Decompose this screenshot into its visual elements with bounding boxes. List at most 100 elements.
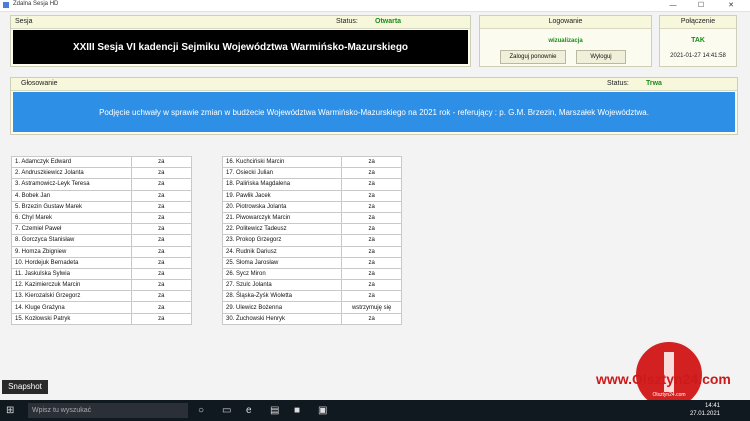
- councillor-name: 1. Adamczyk Edward: [11, 155, 132, 169]
- councillor-name: 18. Palińska Magdalena: [221, 178, 343, 191]
- vote-value: za: [130, 223, 193, 236]
- session-label: Sesja: [15, 18, 33, 25]
- session-status-label: Status:: [336, 18, 358, 25]
- close-icon[interactable]: ✕: [720, 0, 742, 11]
- table-row: 29. Ulewicz Bożenna wstrzymuję się: [221, 301, 402, 314]
- watermark-text: www.Olsztyn24.com: [596, 371, 731, 387]
- vote-value: za: [341, 155, 402, 169]
- vote-value: za: [130, 234, 193, 247]
- table-row: 23. Prokop Grzegorz za: [221, 234, 402, 247]
- councillor-name: 17. Osiecki Julian: [221, 167, 343, 180]
- table-row: 1. Adamczyk Edward za: [11, 155, 193, 169]
- session-status-value: Otwarta: [375, 18, 402, 25]
- maximize-icon[interactable]: ☐: [690, 0, 712, 11]
- edge-icon[interactable]: e: [246, 405, 252, 416]
- councillor-name: 11. Jaskulska Sylwia: [11, 267, 132, 281]
- table-row: 10. Hordejuk Bernadeta za: [11, 256, 193, 269]
- app-taskbar-icon[interactable]: ■: [294, 405, 300, 416]
- vote-value: za: [341, 167, 402, 180]
- table-row: 15. Kozłowski Patryk za: [11, 312, 193, 325]
- vote-value: za: [341, 279, 402, 292]
- session-header: Sesja Status: Otwarta: [11, 16, 470, 29]
- councillor-name: 26. Sycz Miron: [221, 267, 343, 281]
- vote-value: za: [130, 189, 193, 202]
- connection-panel: Połączenie TAK 2021-01-27 14:41:58: [659, 15, 737, 67]
- councillor-name: 27. Szulc Jolanta: [221, 279, 343, 292]
- login-label: Logowanie: [548, 18, 583, 25]
- table-row: 14. Kluge Grażyna za: [11, 301, 193, 314]
- vote-value: za: [341, 234, 402, 247]
- connection-timestamp: 2021-01-27 14:41:58: [670, 53, 726, 59]
- councillor-name: 30. Żuchowski Henryk: [221, 312, 343, 325]
- table-row: 17. Osiecki Julian za: [221, 167, 402, 180]
- cortana-icon[interactable]: ○: [198, 405, 204, 416]
- table-row: 25. Słoma Jarosław za: [221, 256, 402, 269]
- table-row: 13. Kierozalski Grzegorz za: [11, 290, 193, 303]
- councillor-name: 12. Kazimierczuk Marcin: [11, 279, 132, 292]
- taskbar-search[interactable]: Wpisz tu wyszukać: [28, 403, 188, 418]
- start-icon[interactable]: ⊞: [6, 405, 14, 416]
- vote-value: za: [341, 189, 402, 202]
- session-title: XXIII Sesja VI kadencji Sejmiku Wojewódz…: [13, 30, 468, 64]
- table-row: 7. Czemiel Paweł za: [11, 223, 193, 236]
- table-row: 16. Kuchciński Marcin za: [221, 155, 402, 169]
- vote-value: za: [130, 256, 193, 269]
- vote-value: za: [130, 279, 193, 292]
- vote-value: wstrzymuję się: [341, 301, 402, 314]
- councillor-name: 23. Prokop Grzegorz: [221, 234, 343, 247]
- voting-status-value: Trwa: [646, 80, 662, 87]
- councillor-name: 2. Andruszkiewicz Jolanta: [11, 167, 132, 180]
- councillor-name: 6. Chyl Marek: [11, 211, 132, 225]
- window-title: Zdalna Sesja HD: [13, 1, 59, 7]
- table-row: 4. Bobek Jan za: [11, 189, 193, 202]
- vote-value: za: [130, 301, 193, 314]
- table-row: 30. Żuchowski Henryk za: [221, 312, 402, 325]
- window-titlebar: Zdalna Sesja HD — ☐ ✕: [0, 0, 750, 12]
- table-row: 24. Rudnik Dariusz za: [221, 245, 402, 258]
- vote-value: za: [130, 211, 193, 225]
- voting-header: Głosowanie Status: Trwa: [11, 78, 737, 91]
- councillor-name: 5. Brzezin Gustaw Marek: [11, 200, 132, 213]
- vote-value: za: [341, 290, 402, 303]
- councillor-name: 22. Politewicz Tadeusz: [221, 223, 343, 236]
- councillor-name: 21. Piwowarczyk Marcin: [221, 211, 343, 225]
- councillor-name: 25. Słoma Jarosław: [221, 256, 343, 269]
- vote-value: za: [130, 178, 193, 191]
- vote-value: za: [341, 211, 402, 225]
- connection-status: TAK: [691, 37, 705, 44]
- councillor-name: 28. Śląska-Zyśk Wioletta: [221, 290, 343, 303]
- table-row: 3. Astramowicz-Leyk Teresa za: [11, 178, 193, 191]
- table-row: 26. Sycz Miron za: [221, 267, 402, 281]
- relogin-button[interactable]: Zaloguj ponownie: [500, 50, 566, 64]
- table-row: 9. Homza Zbigniew za: [11, 245, 193, 258]
- watermark-sub: Olsztyn24.com: [652, 392, 686, 398]
- voting-label: Głosowanie: [21, 80, 58, 87]
- councillor-name: 16. Kuchciński Marcin: [221, 155, 343, 169]
- table-row: 5. Brzezin Gustaw Marek za: [11, 200, 193, 213]
- taskbar-clock: 14:41 27.01.2021: [690, 402, 720, 418]
- table-row: 11. Jaskulska Sylwia za: [11, 267, 193, 281]
- councillor-name: 29. Ulewicz Bożenna: [221, 301, 343, 314]
- task-view-icon[interactable]: ▭: [222, 405, 231, 416]
- voting-status-label: Status:: [607, 80, 629, 87]
- table-row: 21. Piwowarczyk Marcin za: [221, 211, 402, 225]
- login-header: Logowanie: [480, 16, 651, 29]
- voting-panel: Głosowanie Status: Trwa Podjęcie uchwały…: [10, 77, 738, 135]
- vote-value: za: [341, 178, 402, 191]
- vote-value: za: [341, 200, 402, 213]
- snapshot-label[interactable]: Snapshot: [2, 380, 48, 394]
- taskbar-date: 27.01.2021: [689, 411, 720, 417]
- table-row: 22. Politewicz Tadeusz za: [221, 223, 402, 236]
- minimize-icon[interactable]: —: [662, 0, 684, 11]
- councillor-name: 8. Gorczyca Stanisław: [11, 234, 132, 247]
- explorer-icon[interactable]: ▤: [270, 405, 279, 416]
- table-row: 20. Piotrowska Jolanta za: [221, 200, 402, 213]
- app2-taskbar-icon[interactable]: ▣: [318, 405, 327, 416]
- session-panel: Sesja Status: Otwarta XXIII Sesja VI kad…: [10, 15, 471, 67]
- login-mode: wizualizacja: [548, 38, 583, 44]
- councillor-name: 20. Piotrowska Jolanta: [221, 200, 343, 213]
- table-row: 27. Szulc Jolanta za: [221, 279, 402, 292]
- vote-value: za: [341, 223, 402, 236]
- councillor-name: 10. Hordejuk Bernadeta: [11, 256, 132, 269]
- logout-button[interactable]: Wyloguj: [576, 50, 626, 64]
